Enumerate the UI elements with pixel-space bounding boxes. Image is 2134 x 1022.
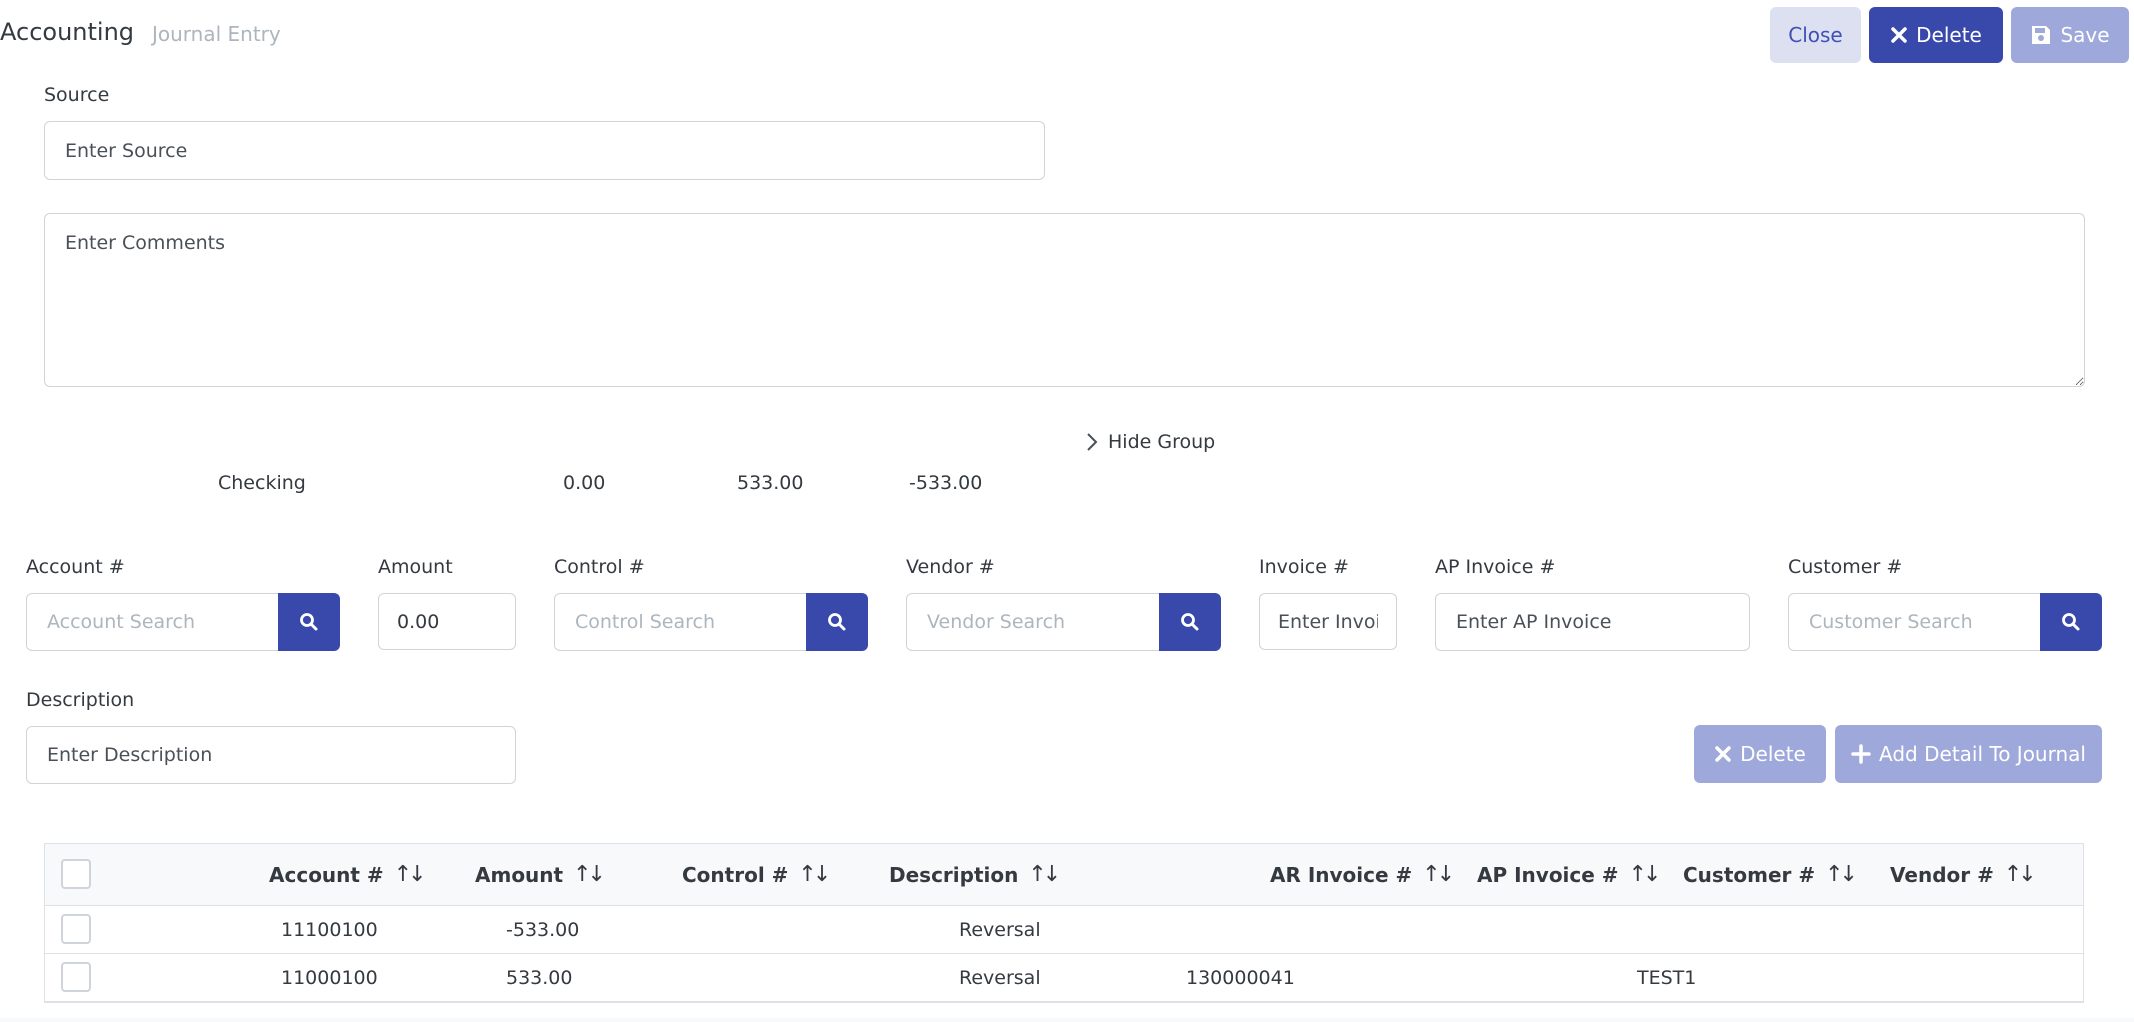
- control-label: Control #: [554, 556, 645, 578]
- add-detail-button[interactable]: Add Detail To Journal: [1835, 725, 2102, 783]
- breadcrumb-main[interactable]: Accounting: [0, 18, 134, 46]
- search-icon: [300, 613, 318, 631]
- cell-description: Reversal: [959, 967, 1041, 989]
- delete-button[interactable]: Delete: [1869, 7, 2003, 63]
- column-header-vendor[interactable]: Vendor # ↑↓: [1890, 862, 2037, 887]
- account-search-button[interactable]: [278, 593, 340, 651]
- plus-icon: [1851, 744, 1871, 764]
- add-detail-label: Add Detail To Journal: [1879, 742, 2086, 766]
- sort-icon: ↑↓: [1628, 862, 1662, 887]
- customer-search-input[interactable]: [1788, 593, 2041, 651]
- customer-search-button[interactable]: [2040, 593, 2102, 651]
- times-icon: [1715, 746, 1731, 762]
- column-header-control[interactable]: Control # ↑↓: [682, 862, 831, 887]
- sort-icon: ↑↓: [2003, 862, 2037, 887]
- invoice-label: Invoice #: [1259, 556, 1349, 578]
- sort-icon: ↑↓: [1825, 862, 1858, 887]
- column-header-label: Control #: [682, 862, 789, 887]
- row-checkbox[interactable]: [61, 914, 91, 944]
- hide-group-label: Hide Group: [1108, 431, 1216, 453]
- table-header: Account # ↑↓ Amount ↑↓ Control # ↑↓ Descrip…: [45, 844, 2083, 906]
- delete-detail-button[interactable]: Delete: [1694, 725, 1826, 783]
- times-icon: [1891, 27, 1907, 43]
- save-button[interactable]: Save: [2011, 7, 2129, 63]
- sort-icon: ↑↓: [393, 862, 427, 887]
- amount-label: Amount: [378, 556, 453, 578]
- sort-icon: ↑↓: [1422, 862, 1455, 887]
- sort-icon: ↑↓: [573, 862, 606, 887]
- comments-textarea[interactable]: [44, 213, 2085, 387]
- cell-amount: 533.00: [506, 967, 573, 989]
- column-header-label: Account #: [269, 862, 384, 887]
- ap-invoice-input[interactable]: [1435, 593, 1750, 651]
- hide-group-toggle[interactable]: Hide Group: [1086, 431, 1215, 453]
- summary-value-2: 533.00: [737, 472, 804, 494]
- cell-amount: -533.00: [506, 919, 580, 941]
- description-input[interactable]: [26, 726, 516, 784]
- vendor-label: Vendor #: [906, 556, 995, 578]
- cell-ar-invoice: 130000041: [1186, 967, 1295, 989]
- column-header-label: AP Invoice #: [1477, 862, 1619, 887]
- control-search-button[interactable]: [806, 593, 868, 651]
- select-all-checkbox[interactable]: [61, 859, 91, 889]
- table-row[interactable]: 11000100 533.00 Reversal 130000041 TEST1: [45, 954, 2083, 1002]
- source-label: Source: [44, 84, 110, 106]
- chevron-right-icon: [1087, 433, 1098, 451]
- column-header-account[interactable]: Account # ↑↓: [269, 862, 427, 887]
- close-button[interactable]: Close: [1770, 7, 1861, 63]
- save-button-label: Save: [2060, 23, 2110, 47]
- cell-account: 11100100: [281, 919, 378, 941]
- account-label: Account #: [26, 556, 125, 578]
- journal-detail-table: Account # ↑↓ Amount ↑↓ Control # ↑↓ Descrip…: [44, 843, 2084, 1003]
- column-header-description[interactable]: Description ↑↓: [889, 862, 1061, 887]
- column-header-ap-invoice[interactable]: AP Invoice # ↑↓: [1477, 862, 1662, 887]
- column-header-amount[interactable]: Amount ↑↓: [475, 862, 606, 887]
- search-icon: [1181, 613, 1199, 631]
- amount-input[interactable]: [378, 593, 516, 650]
- ap-invoice-label: AP Invoice #: [1435, 556, 1556, 578]
- customer-label: Customer #: [1788, 556, 1903, 578]
- cell-account: 11000100: [281, 967, 378, 989]
- column-header-label: Amount: [475, 862, 564, 887]
- vendor-search-button[interactable]: [1159, 593, 1221, 651]
- source-input[interactable]: [44, 121, 1045, 180]
- summary-account: Checking: [218, 472, 306, 494]
- cell-description: Reversal: [959, 919, 1041, 941]
- control-search-input[interactable]: [554, 593, 807, 651]
- description-label: Description: [26, 689, 135, 711]
- save-icon: [2032, 26, 2051, 44]
- column-header-label: AR Invoice #: [1270, 862, 1413, 887]
- vendor-search-input[interactable]: [906, 593, 1160, 651]
- column-header-label: Vendor #: [1890, 862, 1994, 887]
- sort-icon: ↑↓: [798, 862, 831, 887]
- row-checkbox[interactable]: [61, 962, 91, 992]
- column-header-ar-invoice[interactable]: AR Invoice # ↑↓: [1270, 862, 1455, 887]
- search-icon: [2062, 613, 2080, 631]
- account-search-input[interactable]: [26, 593, 279, 651]
- table-row[interactable]: 11100100 -533.00 Reversal: [45, 906, 2083, 954]
- column-header-label: Description: [889, 862, 1019, 887]
- summary-value-1: 0.00: [563, 472, 606, 494]
- search-icon: [828, 613, 846, 631]
- summary-value-3: -533.00: [909, 472, 983, 494]
- breadcrumb-sub: Journal Entry: [152, 22, 281, 46]
- cell-customer: TEST1: [1637, 967, 1697, 989]
- close-button-label: Close: [1788, 23, 1843, 47]
- column-header-label: Customer #: [1683, 862, 1816, 887]
- top-bar: Accounting Journal Entry Close Delete Sa…: [0, 0, 2134, 74]
- sort-icon: ↑↓: [1028, 862, 1061, 887]
- delete-detail-label: Delete: [1740, 742, 1806, 766]
- column-header-customer[interactable]: Customer # ↑↓: [1683, 862, 1858, 887]
- invoice-input[interactable]: [1259, 593, 1397, 650]
- delete-button-label: Delete: [1916, 23, 1982, 47]
